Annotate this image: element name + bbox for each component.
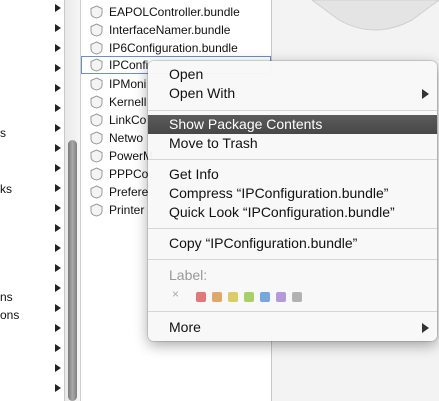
sidebar-item-fragment[interactable]: s [0, 126, 6, 140]
bundle-icon [90, 167, 103, 181]
context-menu: Open Open With Show Package Contents Mov… [148, 61, 437, 341]
file-name: EAPOLController.bundle [109, 5, 240, 19]
label-swatch-purple[interactable] [276, 292, 286, 302]
file-row[interactable]: EAPOLController.bundle [81, 3, 271, 21]
menu-item-label: Show Package Contents [169, 116, 323, 132]
label-swatch-orange[interactable] [212, 292, 222, 302]
bundle-icon [90, 41, 103, 55]
sidebar-item-fragment[interactable]: ks [0, 182, 12, 196]
menu-item-open-with[interactable]: Open With [148, 84, 437, 103]
label-none-icon[interactable]: × [172, 287, 179, 301]
scrollbar-thumb[interactable] [68, 140, 77, 401]
menu-item-compress[interactable]: Compress “IPConfiguration.bundle” [148, 184, 437, 203]
disclosure-triangle-icon[interactable] [55, 4, 61, 12]
submenu-arrow-icon [422, 89, 429, 99]
file-row[interactable]: InterfaceNamer.bundle [81, 21, 271, 39]
file-name: Prefere [109, 185, 149, 199]
label-title: Label: [169, 267, 208, 283]
bundle-icon [90, 95, 103, 109]
label-swatch-blue[interactable] [260, 292, 270, 302]
preview-icon [312, 0, 439, 31]
menu-item-get-info[interactable]: Get Info [148, 165, 437, 184]
sidebar-item-fragment[interactable]: ons [0, 308, 19, 322]
disclosure-triangle-icon[interactable] [55, 324, 61, 332]
menu-item-open[interactable]: Open [148, 65, 437, 84]
menu-item-move-to-trash[interactable]: Move to Trash [148, 134, 437, 153]
disclosure-triangle-icon[interactable] [55, 344, 61, 352]
menu-separator [148, 110, 437, 111]
file-name: PPPCo [109, 167, 149, 181]
disclosure-triangle-icon[interactable] [55, 384, 61, 392]
disclosure-triangle-icon[interactable] [55, 144, 61, 152]
label-swatch-yellow[interactable] [228, 292, 238, 302]
menu-item-copy[interactable]: Copy “IPConfiguration.bundle” [148, 234, 437, 253]
disclosure-triangle-icon[interactable] [55, 264, 61, 272]
bundle-icon [90, 23, 103, 37]
disclosure-triangle-icon[interactable] [55, 304, 61, 312]
file-name: InterfaceNamer.bundle [109, 23, 231, 37]
menu-item-label: Open With [169, 85, 236, 101]
file-name: Printer [109, 203, 145, 217]
menu-item-label: Open [169, 66, 204, 82]
bundle-icon [90, 58, 103, 72]
menu-item-more[interactable]: More [148, 318, 437, 337]
vertical-scrollbar[interactable] [65, 0, 81, 401]
disclosure-triangle-icon[interactable] [55, 84, 61, 92]
file-name: Netwo [109, 131, 144, 145]
disclosure-triangle-icon[interactable] [55, 24, 61, 32]
bundle-icon [90, 131, 103, 145]
file-name: Kernell [109, 95, 147, 109]
disclosure-triangle-icon[interactable] [55, 64, 61, 72]
sidebar-item-fragment[interactable]: ns [0, 290, 13, 304]
file-name: IP6Configuration.bundle [109, 41, 238, 55]
menu-separator [148, 228, 437, 229]
disclosure-triangle-icon[interactable] [55, 44, 61, 52]
menu-separator [148, 159, 437, 160]
disclosure-triangle-icon[interactable] [55, 104, 61, 112]
menu-item-label: More [169, 319, 201, 335]
label-swatch-gray[interactable] [292, 292, 302, 302]
menu-item-label: Quick Look “IPConfiguration.bundle” [169, 204, 395, 220]
label-swatch-red[interactable] [196, 292, 206, 302]
menu-item-label: Compress “IPConfiguration.bundle” [169, 185, 389, 201]
menu-separator [148, 259, 437, 260]
disclosure-triangle-icon[interactable] [55, 364, 61, 372]
menu-item-label: Get Info [169, 166, 219, 182]
disclosure-triangle-icon[interactable] [55, 204, 61, 212]
label-swatch-green[interactable] [244, 292, 254, 302]
bundle-icon [90, 185, 103, 199]
disclosure-triangle-icon[interactable] [55, 184, 61, 192]
bundle-icon [90, 77, 103, 91]
file-name: IPMoni [109, 77, 147, 91]
bundle-icon [90, 5, 103, 19]
file-name: PowerM [109, 149, 154, 163]
submenu-arrow-icon [422, 323, 429, 333]
disclosure-triangle-icon[interactable] [55, 244, 61, 252]
bundle-icon [90, 113, 103, 127]
file-name: IPConfi [109, 58, 149, 72]
disclosure-triangle-icon[interactable] [55, 224, 61, 232]
menu-item-label: Move to Trash [169, 135, 258, 151]
disclosure-triangle-icon[interactable] [55, 124, 61, 132]
disclosure-triangle-icon[interactable] [55, 164, 61, 172]
file-name: LinkCo [109, 113, 147, 127]
bundle-icon [90, 149, 103, 163]
sidebar-column: s ks ns ons [0, 0, 65, 401]
disclosure-triangle-icon[interactable] [55, 284, 61, 292]
file-row[interactable]: IP6Configuration.bundle [81, 39, 271, 57]
menu-separator [148, 311, 437, 312]
bundle-icon [90, 203, 103, 217]
menu-item-quick-look[interactable]: Quick Look “IPConfiguration.bundle” [148, 203, 437, 222]
menu-item-label: Copy “IPConfiguration.bundle” [169, 235, 358, 251]
menu-item-show-package-contents[interactable]: Show Package Contents [148, 115, 437, 134]
